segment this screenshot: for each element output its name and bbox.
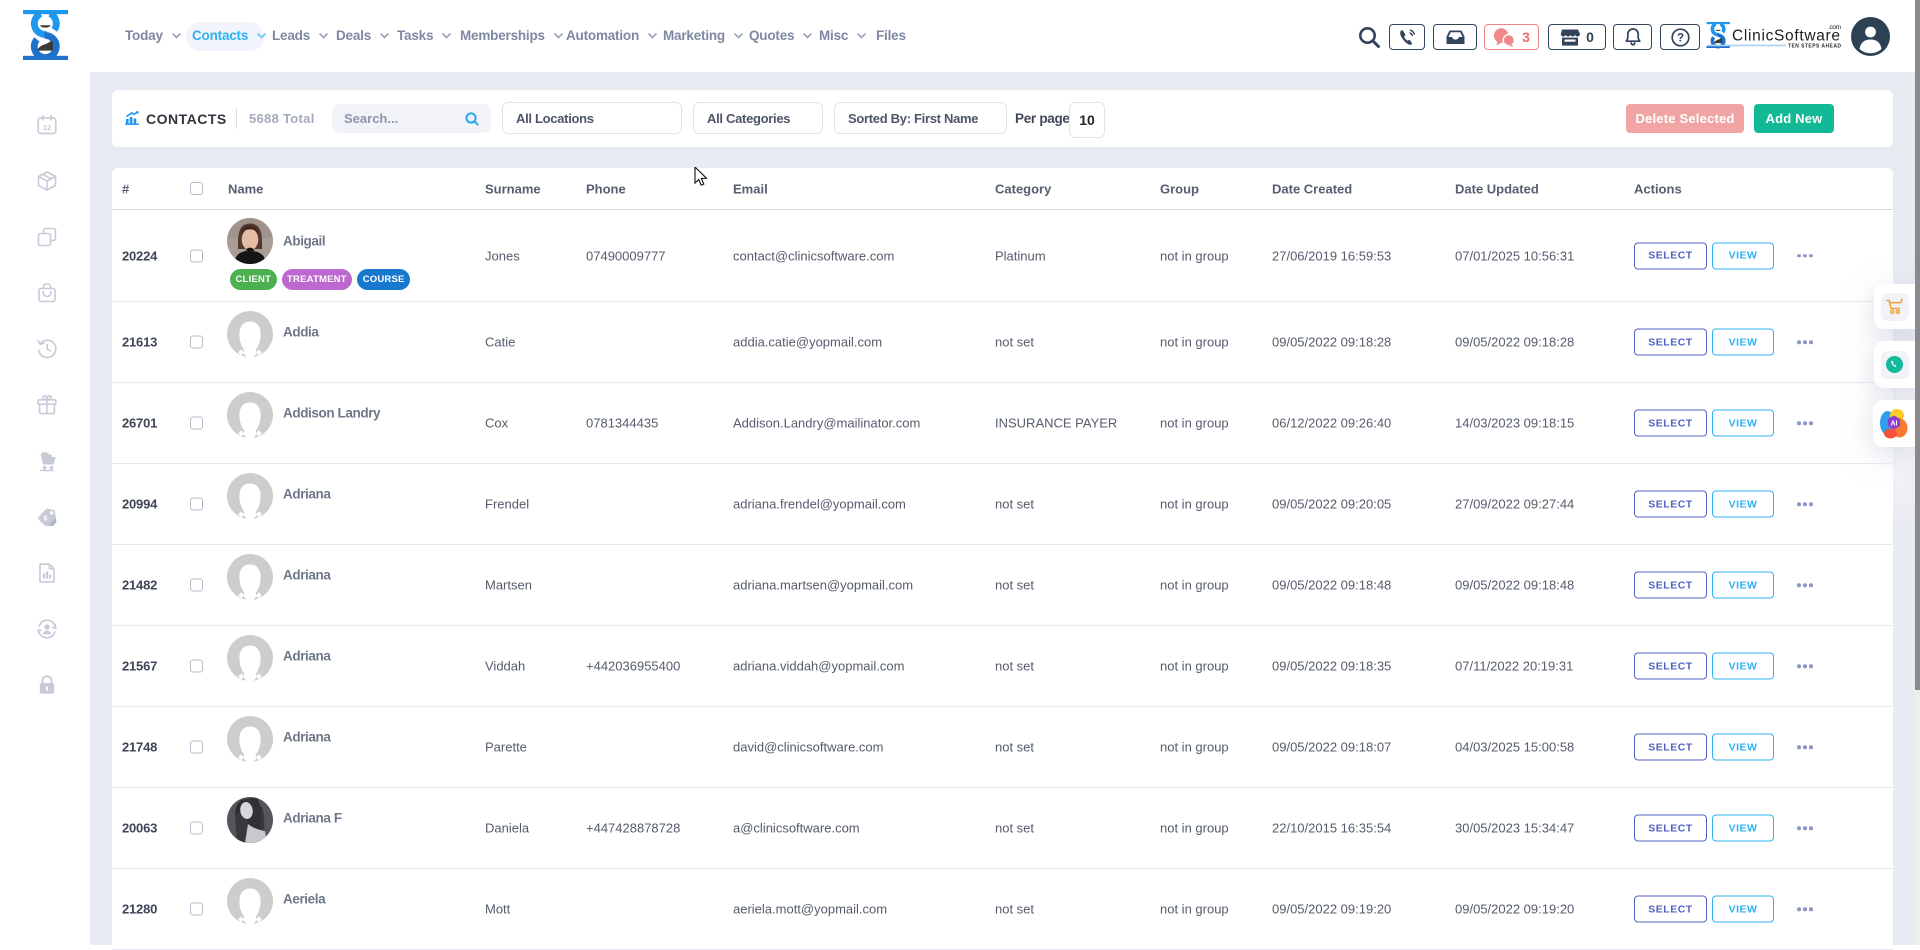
- svg-text:?: ?: [1676, 32, 1683, 44]
- svg-text:ClinicSoftware: ClinicSoftware: [1732, 28, 1840, 45]
- svg-text:12: 12: [43, 123, 51, 132]
- svg-text:.com: .com: [1828, 24, 1841, 31]
- svg-text:TEN STEPS AHEAD: TEN STEPS AHEAD: [1788, 44, 1841, 50]
- svg-text:$: $: [43, 515, 47, 522]
- svg-text:AI: AI: [1891, 420, 1898, 427]
